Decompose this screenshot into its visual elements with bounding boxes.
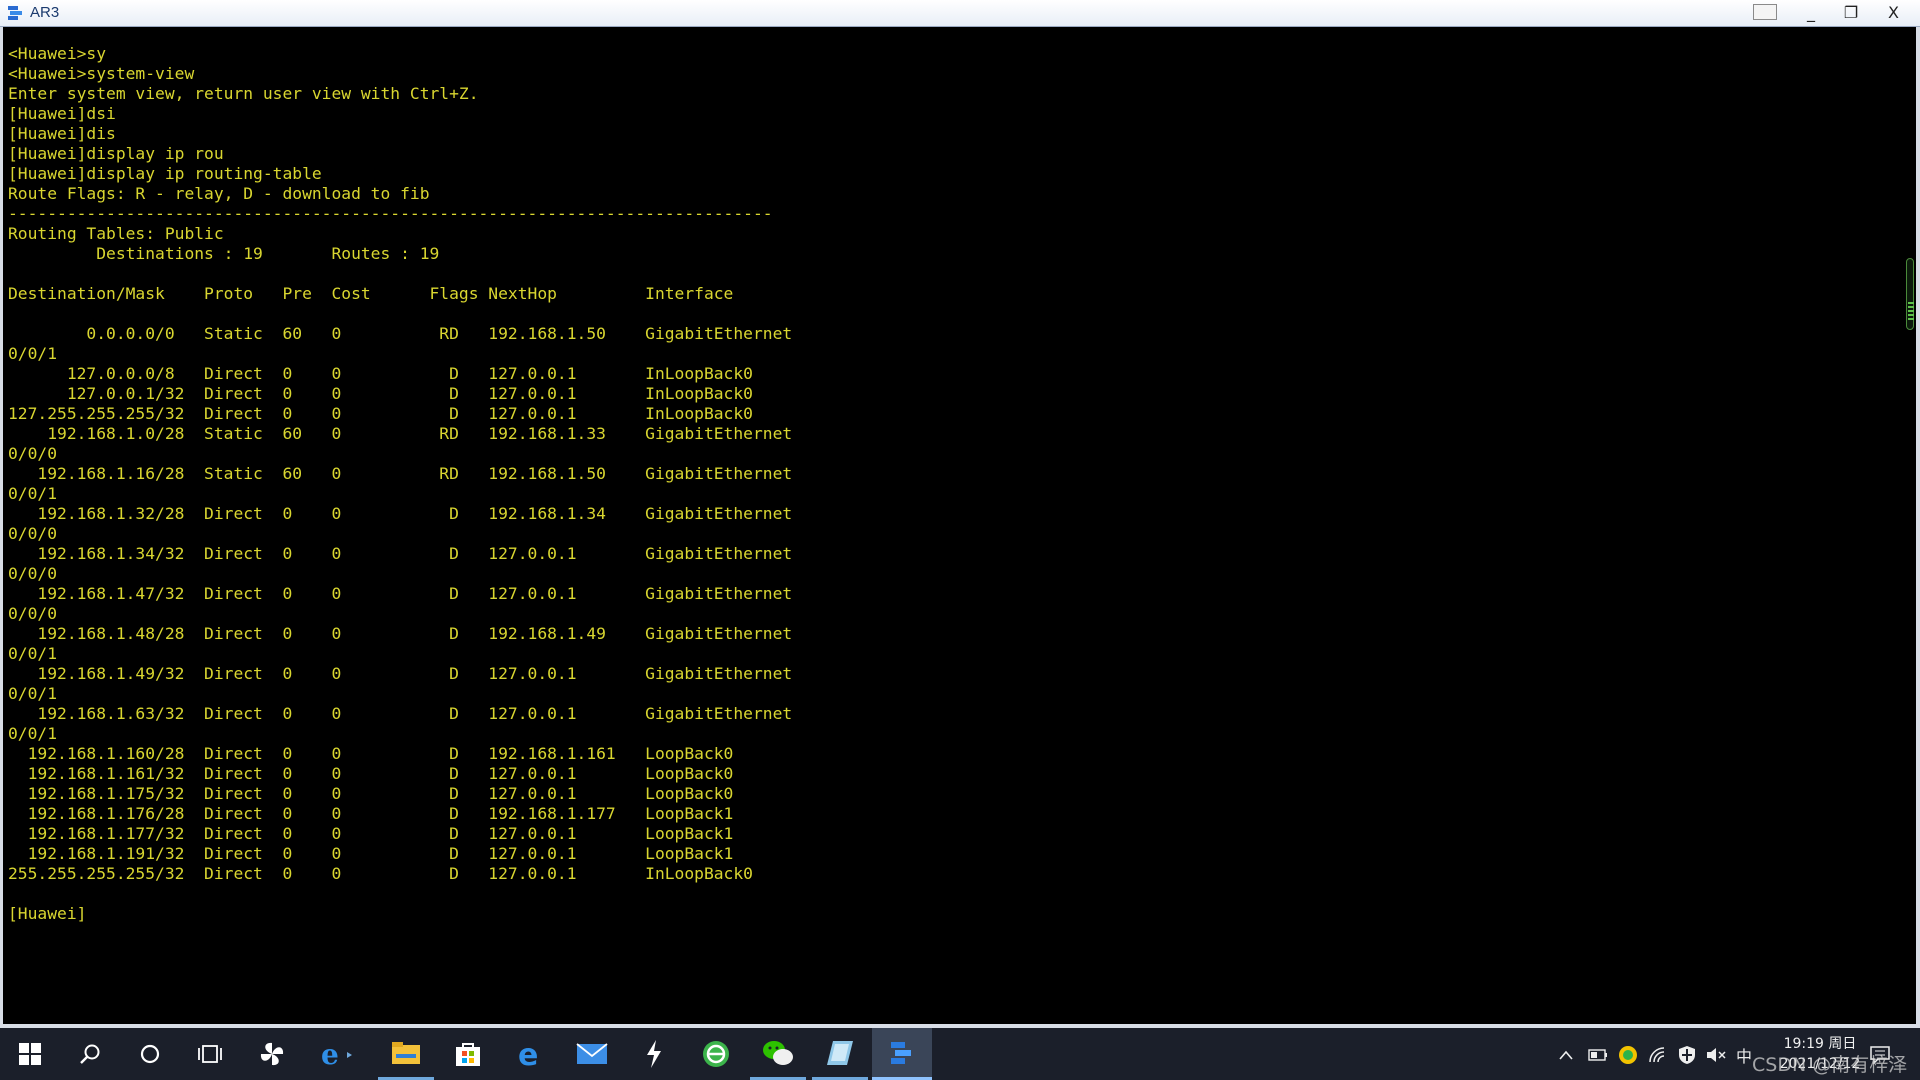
terminal-line: Destinations : 19 Routes : 19 bbox=[8, 244, 440, 263]
toolbar-icon bbox=[1753, 4, 1777, 20]
terminal-line: Route Flags: R - relay, D - download to … bbox=[8, 184, 430, 203]
terminal-line: 192.168.1.34/32 Direct 0 0 D 127.0.0.1 G… bbox=[8, 544, 793, 563]
taskbar-app-edge[interactable]: e bbox=[502, 1028, 558, 1080]
terminal-line: 0/0/1 bbox=[8, 644, 58, 663]
terminal-line: Enter system view, return user view with… bbox=[8, 84, 479, 103]
cortana-icon bbox=[140, 1044, 160, 1064]
mail-icon bbox=[576, 1043, 608, 1064]
green-browser-icon bbox=[703, 1041, 729, 1067]
terminal-line: [Huawei] bbox=[8, 904, 87, 923]
terminal-line: 255.255.255.255/32 Direct 0 0 D 127.0.0.… bbox=[8, 864, 753, 883]
terminal-line: 192.168.1.48/28 Direct 0 0 D 192.168.1.4… bbox=[8, 624, 793, 643]
taskbar-app-wechat[interactable] bbox=[750, 1028, 806, 1080]
terminal-line: 192.168.1.0/28 Static 60 0 RD 192.168.1.… bbox=[8, 424, 793, 443]
edge-icon: e bbox=[518, 1039, 538, 1069]
tray-wifi-icon[interactable] bbox=[1648, 1045, 1668, 1065]
terminal-line: 0/0/1 bbox=[8, 684, 58, 703]
terminal-line: 127.0.0.1/32 Direct 0 0 D 127.0.0.1 InLo… bbox=[8, 384, 753, 403]
window-frame-right bbox=[1916, 27, 1920, 1027]
scrollbar-grip-icon bbox=[1908, 302, 1914, 322]
terminal-line: 0/0/1 bbox=[8, 724, 58, 743]
terminal-line: 0/0/1 bbox=[8, 484, 58, 503]
terminal-line: 192.168.1.32/28 Direct 0 0 D 192.168.1.3… bbox=[8, 504, 793, 523]
terminal-line: 192.168.1.49/32 Direct 0 0 D 127.0.0.1 G… bbox=[8, 664, 793, 683]
terminal-line: 192.168.1.16/28 Static 60 0 RD 192.168.1… bbox=[8, 464, 793, 483]
file-explorer-icon bbox=[392, 1041, 420, 1064]
terminal-output[interactable]: <Huawei>sy <Huawei>system-view Enter syste… bbox=[8, 44, 1888, 1019]
svg-text:e: e bbox=[518, 1039, 538, 1069]
terminal-line: 192.168.1.160/28 Direct 0 0 D 192.168.1.… bbox=[8, 744, 734, 763]
terminal-line: 0.0.0.0/0 Static 60 0 RD 192.168.1.50 Gi… bbox=[8, 324, 793, 343]
terminal-line: 192.168.1.161/32 Direct 0 0 D 127.0.0.1 … bbox=[8, 764, 734, 783]
window-title: AR3 bbox=[30, 4, 60, 21]
task-view-icon bbox=[198, 1045, 222, 1063]
tray-security-app-icon[interactable] bbox=[1618, 1045, 1638, 1065]
taskbar-app-green-browser[interactable] bbox=[688, 1028, 744, 1080]
terminal-line: Routing Tables: Public bbox=[8, 224, 224, 243]
terminal-line: [Huawei]display ip routing-table bbox=[8, 164, 322, 183]
taskbar-app-ensp[interactable] bbox=[872, 1028, 932, 1080]
start-button[interactable] bbox=[2, 1028, 58, 1080]
watermark-text: CSDN @南有梓泽 bbox=[1752, 1054, 1908, 1076]
terminal-line: [Huawei]display ip rou bbox=[8, 144, 224, 163]
terminal-line: Destination/Mask Proto Pre Cost Flags Ne… bbox=[8, 284, 734, 303]
taskbar-app-store[interactable] bbox=[440, 1028, 496, 1080]
terminal-line: [Huawei]dsi bbox=[8, 104, 116, 123]
terminal-line: 192.168.1.191/32 Direct 0 0 D 127.0.0.1 … bbox=[8, 844, 734, 863]
terminal-line: 0/0/0 bbox=[8, 444, 58, 463]
tray-ime-indicator[interactable]: 中 bbox=[1736, 1045, 1752, 1066]
terminal-line: 0/0/1 bbox=[8, 344, 58, 363]
terminal-line: <Huawei>system-view bbox=[8, 64, 195, 83]
window-frame-left bbox=[0, 27, 3, 1027]
terminal-line: 192.168.1.47/32 Direct 0 0 D 127.0.0.1 G… bbox=[8, 584, 793, 603]
tray-show-hidden-icon[interactable] bbox=[1558, 1045, 1574, 1065]
windows-logo-icon bbox=[19, 1043, 41, 1065]
terminal-line: [Huawei]dis bbox=[8, 124, 116, 143]
window-titlebar[interactable]: AR3 _ ❐ X bbox=[0, 0, 1920, 27]
taskbar-app-mail[interactable] bbox=[564, 1028, 620, 1080]
pinwheel-app-icon bbox=[260, 1042, 284, 1066]
svg-text:e: e bbox=[321, 1039, 339, 1069]
tray-volume-muted-icon[interactable] bbox=[1706, 1045, 1726, 1065]
taskbar-app-file-explorer[interactable] bbox=[378, 1028, 434, 1080]
task-view-button[interactable] bbox=[182, 1028, 238, 1080]
taskbar-app-lightning[interactable] bbox=[626, 1028, 682, 1080]
terminal-line: 127.0.0.0/8 Direct 0 0 D 127.0.0.1 InLoo… bbox=[8, 364, 753, 383]
terminal-line: 192.168.1.177/32 Direct 0 0 D 127.0.0.1 … bbox=[8, 824, 734, 843]
terminal-line: 192.168.1.175/32 Direct 0 0 D 127.0.0.1 … bbox=[8, 784, 734, 803]
cortana-button[interactable] bbox=[122, 1028, 178, 1080]
terminal-line: <Huawei>sy bbox=[8, 44, 107, 63]
minimize-button[interactable]: _ bbox=[1791, 0, 1831, 25]
terminal-line: 0/0/0 bbox=[8, 604, 58, 623]
internet-explorer-icon: e bbox=[321, 1039, 352, 1069]
terminal-line: ----------------------------------------… bbox=[8, 204, 773, 223]
taskbar-app-ie[interactable]: e bbox=[308, 1028, 364, 1080]
close-button[interactable]: X bbox=[1871, 0, 1916, 25]
search-button[interactable] bbox=[62, 1028, 118, 1080]
tray-shield-icon[interactable] bbox=[1678, 1045, 1696, 1065]
search-icon bbox=[80, 1044, 100, 1064]
tray-battery-icon[interactable] bbox=[1588, 1045, 1608, 1065]
virtualbox-icon bbox=[827, 1040, 853, 1065]
wechat-icon bbox=[763, 1040, 793, 1065]
taskbar-app-virtualbox[interactable] bbox=[812, 1028, 868, 1080]
terminal-line: 0/0/0 bbox=[8, 564, 58, 583]
restore-button[interactable]: ❐ bbox=[1831, 0, 1871, 25]
lightning-app-icon bbox=[647, 1040, 661, 1068]
terminal-line: 192.168.1.63/32 Direct 0 0 D 127.0.0.1 G… bbox=[8, 704, 793, 723]
ensp-icon bbox=[891, 1041, 911, 1064]
taskbar-app-pinwheel[interactable] bbox=[244, 1028, 300, 1080]
terminal-line: 0/0/0 bbox=[8, 524, 58, 543]
terminal-line: 192.168.1.176/28 Direct 0 0 D 192.168.1.… bbox=[8, 804, 734, 823]
ensp-app-icon bbox=[8, 6, 22, 20]
store-icon bbox=[456, 1043, 480, 1066]
toolbar-toggle-button[interactable] bbox=[1740, 0, 1790, 25]
terminal-line: 127.255.255.255/32 Direct 0 0 D 127.0.0.… bbox=[8, 404, 753, 423]
